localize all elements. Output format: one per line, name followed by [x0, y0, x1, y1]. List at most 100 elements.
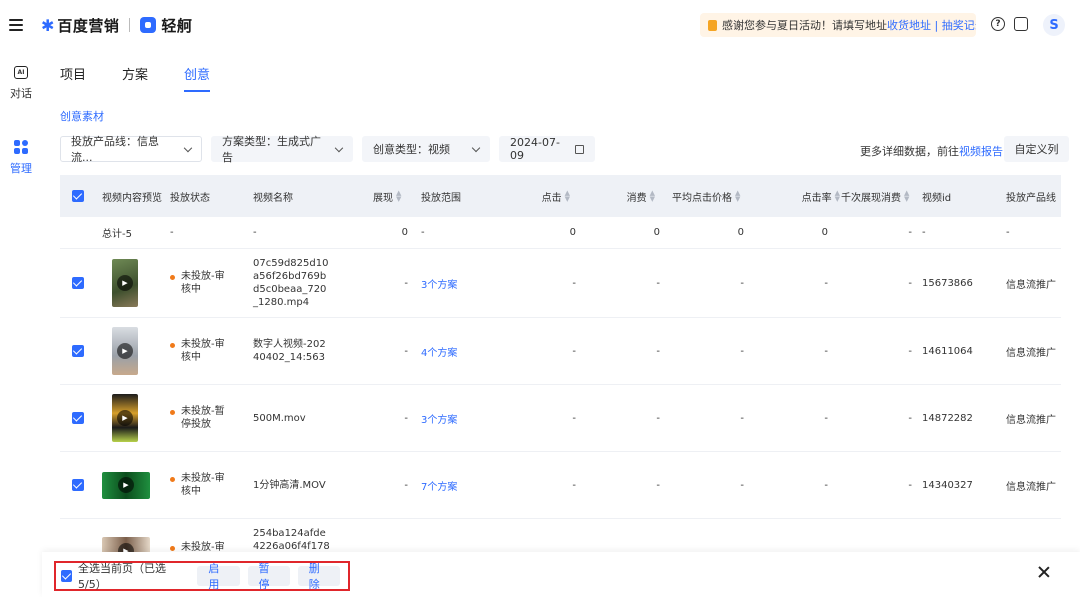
- col-cost-label: 消费: [626, 192, 647, 204]
- scope-link[interactable]: 7个方案: [421, 478, 457, 493]
- total-product-line: -: [1006, 227, 1010, 238]
- video-name: 1分钟高清.MOV: [253, 479, 326, 491]
- play-icon: [112, 394, 138, 442]
- col-scope: 投放范围: [421, 192, 461, 204]
- row-clicks: -: [572, 345, 576, 357]
- calendar-icon: [574, 144, 584, 154]
- col-ctr[interactable]: 点击率 ▲ ▼: [760, 175, 840, 217]
- row-scope[interactable]: 7个方案: [421, 452, 457, 518]
- col-clicks[interactable]: 点击 ▲ ▼: [490, 175, 570, 217]
- video-name: 07c59d825d10a56f26bd769bd5c0beaa_720_128…: [253, 258, 329, 308]
- more-data-hint: 更多详细数据，前往视频报告: [860, 143, 1003, 159]
- row-video-id: 14611064: [922, 345, 973, 357]
- table-row[interactable]: 未投放-审核中 数字人视频-20240402_14:563 - 4个方案 - -…: [60, 318, 1061, 385]
- select-all-checkbox[interactable]: [61, 570, 73, 582]
- row-scope[interactable]: 4个方案: [421, 318, 457, 384]
- status-dot: [170, 546, 175, 551]
- row-cpm: -: [908, 412, 912, 424]
- tab-creative[interactable]: 创意: [184, 64, 211, 92]
- product-line-select[interactable]: 投放产品线：信息流...: [60, 135, 202, 164]
- row-cpm: -: [908, 277, 912, 289]
- date-picker[interactable]: 2024-07-09: [499, 136, 595, 162]
- copy-icon[interactable]: [1014, 17, 1028, 31]
- row-cost: -: [656, 479, 660, 491]
- row-checkbox[interactable]: [72, 318, 84, 384]
- row-checkbox[interactable]: [72, 452, 84, 518]
- lottery-record-link[interactable]: 抽奖记录: [942, 17, 976, 33]
- help-icon[interactable]: ?: [991, 17, 1005, 31]
- row-status: 未投放-审核中: [170, 318, 230, 384]
- brand-divider: [129, 18, 131, 32]
- shipping-address-link[interactable]: 收货地址: [887, 17, 931, 33]
- scope-link[interactable]: 3个方案: [421, 411, 457, 426]
- chevron-down-icon: [183, 143, 193, 152]
- scope-link[interactable]: 3个方案: [421, 276, 457, 291]
- tab-project[interactable]: 项目: [60, 64, 86, 92]
- col-cost[interactable]: 消费 ▲ ▼: [580, 175, 655, 217]
- row-name: 07c59d825d10a56f26bd769bd5c0beaa_720_128…: [253, 249, 331, 317]
- tab-plan[interactable]: 方案: [122, 64, 148, 92]
- row-impressions: -: [404, 479, 408, 491]
- menu-icon[interactable]: [9, 19, 23, 31]
- col-status: 投放状态: [170, 192, 210, 204]
- brand[interactable]: ✱ 百度营销 轻舸: [41, 15, 192, 36]
- baidu-paw-icon: ✱: [41, 15, 55, 35]
- scope-link[interactable]: 4个方案: [421, 344, 457, 359]
- video-thumbnail[interactable]: [112, 249, 138, 317]
- custom-columns-button[interactable]: 自定义列: [1004, 136, 1069, 162]
- status-dot: [170, 477, 175, 482]
- row-product-line: 信息流推广: [1006, 481, 1056, 493]
- row-status: 未投放-审核中: [170, 249, 230, 317]
- status-dot: [170, 410, 175, 415]
- creative-type-select[interactable]: 创意类型：视频: [362, 136, 490, 162]
- col-video-id: 视频id: [922, 192, 952, 204]
- row-ctr: -: [824, 345, 828, 357]
- rail-manage-label: 管理: [10, 162, 32, 175]
- col-ctr-label: 点击率: [801, 192, 832, 204]
- plan-type-value: 方案类型：生成式广告: [222, 135, 321, 164]
- rail-item-manage[interactable]: 管理: [0, 140, 42, 176]
- col-preview: 视频内容预览: [102, 192, 162, 204]
- checkbox-checked-icon: [72, 479, 84, 491]
- video-thumbnail[interactable]: [102, 452, 150, 518]
- notice-text: 感谢您参与夏日活动！请填写地址: [722, 19, 887, 32]
- video-thumbnail[interactable]: [112, 385, 138, 451]
- video-thumbnail[interactable]: [112, 318, 138, 384]
- plan-type-select[interactable]: 方案类型：生成式广告: [211, 135, 353, 164]
- table-row[interactable]: 未投放-审核中 1分钟高清.MOV - 7个方案 - - - - - 14340…: [60, 452, 1061, 519]
- creative-assets-link[interactable]: 创意素材: [60, 108, 104, 124]
- creative-type-value: 创意类型：视频: [373, 143, 450, 156]
- close-icon[interactable]: [1037, 565, 1051, 579]
- header-checkbox[interactable]: [72, 175, 84, 217]
- row-impressions: -: [404, 345, 408, 357]
- chevron-down-icon: [334, 143, 344, 152]
- table-row[interactable]: 未投放-暂停投放 500M.mov - 3个方案 - - - - - 14872…: [60, 385, 1061, 452]
- row-scope[interactable]: 3个方案: [421, 385, 457, 451]
- pause-button[interactable]: 暂停: [247, 562, 290, 591]
- col-clicks-label: 点击: [541, 192, 562, 204]
- avatar[interactable]: S: [1043, 14, 1065, 36]
- row-video-id: 14340327: [922, 479, 973, 491]
- col-avg-cpc[interactable]: 平均点击价格 ▲ ▼: [672, 175, 740, 217]
- row-product-line: 信息流推广: [1006, 347, 1056, 359]
- col-impressions[interactable]: 展现 ▲ ▼: [373, 175, 401, 217]
- row-checkbox[interactable]: [72, 249, 84, 317]
- video-report-link[interactable]: 视频报告: [959, 145, 1003, 158]
- total-name: -: [253, 227, 257, 238]
- table-row[interactable]: 未投放-审核中 07c59d825d10a56f26bd769bd5c0beaa…: [60, 249, 1061, 318]
- status-dot: [170, 343, 175, 348]
- total-label: 总计-5: [102, 229, 132, 240]
- delete-button[interactable]: 删除: [297, 562, 340, 591]
- activity-notice: 感谢您参与夏日活动！请填写地址 收货地址 | 抽奖记录: [700, 13, 976, 37]
- row-checkbox[interactable]: [72, 385, 84, 451]
- enable-button[interactable]: 启用: [197, 562, 240, 591]
- row-ctr: -: [824, 479, 828, 491]
- select-all-label[interactable]: 全选当前页（已选5/5）: [78, 560, 185, 592]
- table-header: 视频内容预览 投放状态 视频名称 展现 ▲ ▼ 投放范围 点击 ▲ ▼ 消费 ▲ ▼ 平均点…: [60, 175, 1061, 217]
- rail-item-chat[interactable]: AI 对话: [0, 66, 42, 101]
- row-impressions: -: [404, 277, 408, 289]
- row-scope[interactable]: 3个方案: [421, 249, 457, 317]
- sort-icon: ▲ ▼: [649, 189, 655, 203]
- col-cpm[interactable]: 千次展现消费 ▲ ▼: [841, 175, 909, 217]
- row-cost: -: [656, 412, 660, 424]
